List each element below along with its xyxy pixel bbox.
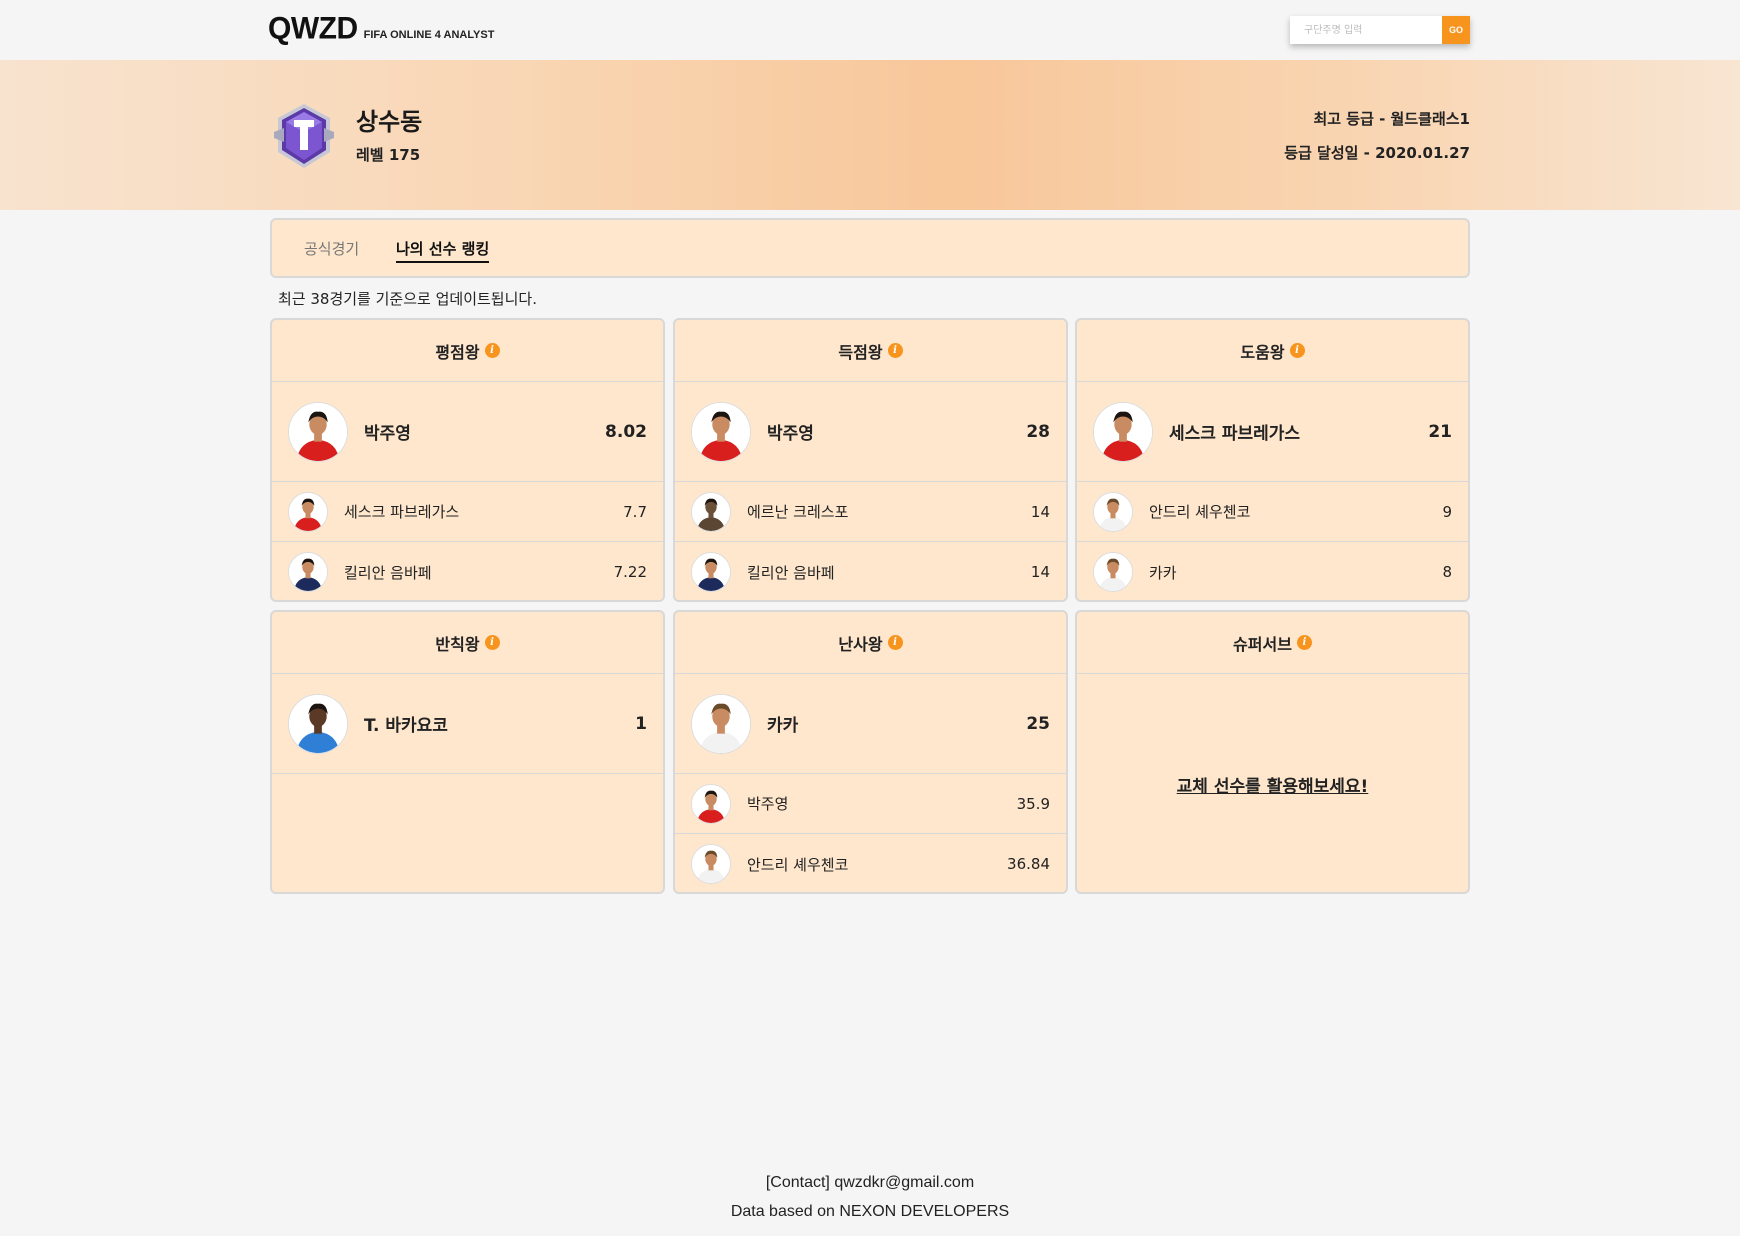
- top-player-row[interactable]: 세스크 파브레가스 21: [1077, 382, 1468, 482]
- top-player-row[interactable]: T. 바카요코 1: [272, 674, 663, 774]
- player-level: 레벨 175: [356, 146, 421, 164]
- player-name: 세스크 파브레가스: [1169, 424, 1301, 444]
- player-stat-value: 14: [1030, 563, 1050, 581]
- best-grade: 최고 등급 - 월드클래스1: [1313, 110, 1470, 128]
- player-avatar: [691, 844, 731, 884]
- player-row[interactable]: 박주영 35.9: [675, 774, 1066, 834]
- logo[interactable]: QWZD FIFA ONLINE 4 ANALYST: [268, 11, 495, 46]
- player-name: 박주영: [747, 795, 789, 813]
- player-avatar: [288, 491, 328, 532]
- player-stat-value: 36.84: [1007, 855, 1050, 873]
- player-name: 킬리안 음바페: [344, 563, 432, 582]
- player-stat-value: 14: [1030, 502, 1050, 521]
- card-title-text: 슈퍼서브: [1233, 634, 1292, 654]
- ranking-card-rating: 평점왕 i 박주영 8.02 세스크 파브레가스 7.7 킬리안 음바페 7.22: [270, 318, 665, 602]
- player-row[interactable]: 킬리안 음바페 14: [675, 542, 1066, 600]
- card-title: 반칙왕 i: [272, 612, 663, 674]
- card-title-text: 반칙왕: [435, 634, 480, 654]
- info-icon[interactable]: i: [484, 343, 500, 358]
- tab-bar: 공식경기 나의 선수 랭킹: [270, 218, 1470, 278]
- ranking-card-shots: 난사왕 i 카카 25 박주영 35.9 안드리 셰우첸코 36.84: [673, 610, 1068, 894]
- player-name: 에르난 크레스포: [747, 503, 849, 521]
- card-title: 평점왕 i: [272, 320, 663, 382]
- player-name: 세스크 파브레가스: [344, 503, 460, 521]
- search-box: GO: [1290, 16, 1470, 44]
- search-input[interactable]: [1290, 16, 1442, 44]
- player-stat-value: 9: [1442, 502, 1452, 521]
- player-avatar: [288, 401, 348, 462]
- card-title: 슈퍼서브 i: [1077, 612, 1468, 674]
- top-player-row[interactable]: 박주영 28: [675, 382, 1066, 482]
- grade-achieved-date: 등급 달성일 - 2020.01.27: [1284, 144, 1470, 162]
- player-avatar: [691, 491, 731, 532]
- player-row[interactable]: 세스크 파브레가스 7.7: [272, 482, 663, 542]
- player-stat-value: 7.22: [613, 563, 647, 581]
- use-substitutes-link[interactable]: 교체 선수를 활용해보세요!: [1177, 777, 1369, 797]
- player-name: 박주영: [364, 424, 411, 444]
- info-icon[interactable]: i: [887, 635, 903, 650]
- ranking-card-fouls: 반칙왕 i T. 바카요코 1: [270, 610, 665, 894]
- player-stat-value: 7.7: [623, 502, 647, 521]
- player-row[interactable]: 안드리 셰우첸코 36.84: [675, 834, 1066, 892]
- ranking-card-goals: 득점왕 i 박주영 28 에르난 크레스포 14 킬리안 음바페 14: [673, 318, 1068, 602]
- card-title: 도움왕 i: [1077, 320, 1468, 382]
- card-title-text: 난사왕: [838, 634, 883, 654]
- info-icon[interactable]: i: [1296, 635, 1312, 650]
- player-stat-value: 1: [635, 713, 647, 734]
- player-avatar: [691, 783, 731, 824]
- card-title-text: 도움왕: [1240, 342, 1285, 362]
- player-name: 안드리 셰우첸코: [1149, 503, 1251, 521]
- player-name: 안드리 셰우첸코: [747, 855, 849, 874]
- info-icon[interactable]: i: [484, 635, 500, 650]
- top-player-row[interactable]: 카카 25: [675, 674, 1066, 774]
- logo-text: QWZD: [268, 11, 358, 46]
- player-stat-value: 28: [1026, 421, 1050, 442]
- footer-contact: [Contact] qwzdkr@gmail.com: [765, 1174, 975, 1191]
- search-go-button[interactable]: GO: [1442, 16, 1470, 44]
- player-stat-value: 8.02: [605, 421, 647, 442]
- player-avatar: [691, 552, 731, 592]
- update-notice: 최근 38경기를 기준으로 업데이트됩니다.: [278, 290, 537, 308]
- player-stat-value: 35.9: [1016, 794, 1050, 813]
- tab-official-matches[interactable]: 공식경기: [304, 238, 359, 259]
- player-row[interactable]: 킬리안 음바페 7.22: [272, 542, 663, 600]
- player-name: 카카: [1149, 563, 1177, 582]
- player-avatar: [1093, 401, 1153, 462]
- player-name: 카카: [767, 716, 799, 736]
- player-row[interactable]: 카카 8: [1077, 542, 1468, 600]
- tab-my-player-ranking[interactable]: 나의 선수 랭킹: [396, 238, 490, 263]
- player-avatar: [288, 693, 348, 754]
- player-avatar: [1093, 552, 1133, 592]
- world-class-1-emblem-icon: [272, 102, 336, 170]
- player-row[interactable]: 안드리 셰우첸코 9: [1077, 482, 1468, 542]
- player-name: 박주영: [767, 424, 814, 444]
- player-name: T. 바카요코: [364, 716, 448, 736]
- player-avatar: [1093, 491, 1133, 532]
- card-title-text: 평점왕: [435, 342, 480, 362]
- empty-state: 교체 선수를 활용해보세요!: [1077, 772, 1468, 797]
- player-stat-value: 21: [1428, 421, 1452, 442]
- logo-subtitle: FIFA ONLINE 4 ANALYST: [363, 29, 495, 41]
- player-stat-value: 8: [1442, 563, 1452, 581]
- player-avatar: [288, 552, 328, 592]
- ranking-card-assists: 도움왕 i 세스크 파브레가스 21 안드리 셰우첸코 9 카카 8: [1075, 318, 1470, 602]
- player-row[interactable]: 에르난 크레스포 14: [675, 482, 1066, 542]
- ranking-card-super-sub: 슈퍼서브 i 교체 선수를 활용해보세요!: [1075, 610, 1470, 894]
- profile-banner: 상수동 레벨 175 최고 등급 - 월드클래스1 등급 달성일 - 2020.…: [0, 60, 1740, 210]
- player-avatar: [691, 693, 751, 754]
- card-title-text: 득점왕: [838, 342, 883, 362]
- top-bar: QWZD FIFA ONLINE 4 ANALYST GO: [0, 0, 1740, 60]
- player-stat-value: 25: [1026, 713, 1050, 734]
- info-icon[interactable]: i: [1289, 343, 1305, 358]
- card-title: 난사왕 i: [675, 612, 1066, 674]
- footer-data-source: Data based on NEXON DEVELOPERS: [730, 1203, 1010, 1220]
- info-icon[interactable]: i: [887, 343, 903, 358]
- player-nickname: 상수동: [356, 108, 423, 136]
- top-player-row[interactable]: 박주영 8.02: [272, 382, 663, 482]
- player-name: 킬리안 음바페: [747, 563, 835, 582]
- card-title: 득점왕 i: [675, 320, 1066, 382]
- player-avatar: [691, 401, 751, 462]
